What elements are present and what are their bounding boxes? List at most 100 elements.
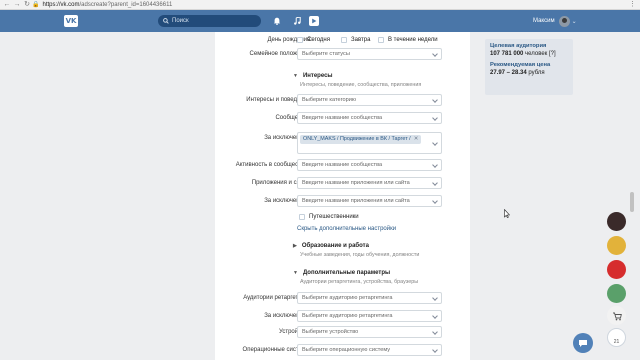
birthday-tomorrow-option[interactable]: Завтра (341, 34, 370, 46)
section-title-text: Образование и работа (301, 243, 369, 249)
chevron-down-icon (432, 162, 438, 168)
shortcut-avatar-1[interactable] (607, 212, 626, 231)
shortcut-avatar-3[interactable] (607, 260, 626, 279)
user-name: Максим (533, 18, 555, 24)
interests-select[interactable]: Выберите категорию (297, 94, 442, 106)
activity-select[interactable]: Введите название сообщества (297, 159, 442, 171)
browser-menu-icon[interactable]: ⋮ (629, 0, 636, 8)
apps-placeholder: Введите название приложения или сайта (302, 180, 410, 186)
back-icon[interactable]: ← (3, 1, 11, 9)
interests-section-title[interactable]: ▼ Интересы (293, 73, 333, 79)
browser-toolbar: ← → ↻ 🔒 https://vk.com /adscreate?parent… (0, 0, 640, 10)
price-range: 27.97 – 28.34 (490, 70, 527, 76)
section-title-text: Интересы (302, 73, 333, 79)
extra-section-title[interactable]: ▼ Дополнительные параметры (293, 270, 390, 276)
selected-community-tag: ONLY_MAKS / Продвижение в ВК / Таргет / ✕ (300, 135, 422, 144)
shortcut-avatar-5[interactable] (607, 306, 626, 325)
target-audience-value: 107 781 000 человек [?] (490, 51, 568, 57)
birthday-today-option[interactable]: Сегодня (297, 34, 330, 46)
url-host: https://vk.com (42, 1, 80, 8)
search-input[interactable]: Поиск (158, 15, 261, 27)
vk-logo[interactable]: VK (64, 15, 78, 27)
education-section-subtitle: Учебные заведения, годы обучения, должно… (300, 252, 420, 258)
activity-placeholder: Введите название сообщества (302, 162, 383, 168)
hide-advanced-settings-link[interactable]: Скрыть дополнительные настройки (297, 226, 396, 232)
audience-summary: Целевая аудитория 107 781 000 человек [?… (485, 39, 573, 95)
communities-exclude-input[interactable]: ONLY_MAKS / Продвижение в ВК / Таргет / ✕ (297, 132, 442, 154)
os-placeholder: Выберите операционную систему (302, 347, 391, 353)
vk-header: VK Поиск Максим ⌄ (0, 10, 640, 32)
checkbox[interactable] (297, 37, 303, 43)
chevron-down-icon (432, 180, 438, 186)
communities-placeholder: Введите название сообщества (302, 115, 383, 121)
retargeting-exclude-select[interactable]: Выберите аудиторию ретаргетинга (297, 310, 442, 322)
activity-row: Активность в сообществах: Введите назван… (215, 159, 470, 171)
apps-select[interactable]: Введите название приложения или сайта (297, 177, 442, 189)
chevron-down-icon (432, 51, 438, 57)
retargeting-row: Аудитории ретаргетинга: Выберите аудитор… (215, 292, 470, 304)
checkbox[interactable] (341, 37, 347, 43)
travelers-label: Путешественники (309, 214, 359, 220)
lock-icon: 🔒 (32, 2, 40, 8)
option-label: Завтра (351, 37, 371, 43)
checkbox[interactable] (378, 37, 384, 43)
search-icon (163, 18, 169, 24)
retargeting-select[interactable]: Выберите аудиторию ретаргетинга (297, 292, 442, 304)
shortcut-avatar-2[interactable] (607, 236, 626, 255)
remove-tag-icon[interactable]: ✕ (414, 136, 419, 142)
apps-exclude-placeholder: Введите название приложения или сайта (302, 198, 410, 204)
chevron-down-icon (432, 329, 438, 335)
address-bar[interactable]: 🔒 https://vk.com /adscreate?parent_id=16… (32, 0, 618, 9)
section-title-text: Дополнительные параметры (302, 270, 391, 276)
birthday-row: День рождения: Сегодня Завтра В течение … (215, 34, 470, 46)
interests-placeholder: Выберите категорию (302, 97, 357, 103)
birthday-week-option[interactable]: В течение недели (378, 34, 438, 46)
chevron-down-icon (432, 313, 438, 319)
reload-icon[interactable]: ↻ (23, 1, 31, 9)
devices-select[interactable]: Выберите устройство (297, 326, 442, 338)
chevron-down-icon: ⌄ (571, 18, 577, 25)
os-select[interactable]: Выберите операционную систему (297, 344, 442, 356)
url-path: /adscreate?parent_id=1604436611 (79, 1, 173, 8)
devices-placeholder: Выберите устройство (302, 329, 359, 335)
triangle-right-icon: ▶ (293, 243, 297, 249)
ad-targeting-form: День рождения: Сегодня Завтра В течение … (215, 32, 470, 360)
communities-select[interactable]: Введите название сообщества (297, 112, 442, 124)
extra-section-subtitle: Аудитории ретаргетинга, устройства, брау… (300, 279, 419, 285)
retargeting-exclude-placeholder: Выберите аудиторию ретаргетинга (302, 313, 393, 319)
devices-row: Устройства: Выберите устройство (215, 326, 470, 338)
target-audience-title: Целевая аудитория (490, 43, 547, 49)
retargeting-placeholder: Выберите аудиторию ретаргетинга (302, 295, 393, 301)
messages-button[interactable] (573, 333, 593, 353)
option-label: Сегодня (307, 37, 330, 43)
cart-icon (612, 312, 622, 320)
checkbox[interactable] (299, 214, 305, 220)
chevron-down-icon (432, 140, 438, 146)
target-audience-suffix: человек [?] (525, 51, 556, 57)
chevron-down-icon (432, 115, 438, 121)
search-placeholder: Поиск (172, 18, 189, 24)
shortcut-widget-count[interactable]: 21 (607, 328, 626, 347)
page-scrollbar[interactable] (630, 192, 634, 212)
mouse-cursor-icon (504, 209, 510, 218)
education-section-title[interactable]: ▶ Образование и работа (293, 243, 369, 249)
apps-exclude-row: За исключением: Введите название приложе… (215, 195, 470, 207)
os-row: Операционные системы: Выберите операцион… (215, 344, 470, 356)
interests-section-subtitle: Интересы, поведение, сообщества, приложе… (300, 82, 422, 88)
family-placeholder: Выберите статусы (302, 51, 350, 57)
travelers-checkbox-row[interactable]: Путешественники (299, 211, 359, 223)
recommended-price-title: Рекомендуемая цена (490, 62, 551, 68)
triangle-down-icon: ▼ (293, 270, 298, 276)
apps-exclude-select[interactable]: Введите название приложения или сайта (297, 195, 442, 207)
chevron-down-icon (432, 295, 438, 301)
tag-text: ONLY_MAKS / Продвижение в ВК / Таргет / (303, 136, 411, 142)
chat-bubble-icon (579, 339, 587, 347)
family-select[interactable]: Выберите статусы (297, 48, 442, 60)
forward-icon[interactable]: → (13, 1, 21, 9)
shortcut-avatar-4[interactable] (607, 284, 626, 303)
video-play-icon[interactable] (309, 16, 319, 26)
user-menu[interactable]: Максим ⌄ (533, 15, 577, 27)
price-suffix: рубля (528, 70, 545, 76)
music-note-icon[interactable] (292, 16, 302, 26)
notifications-bell-icon[interactable] (272, 16, 282, 26)
